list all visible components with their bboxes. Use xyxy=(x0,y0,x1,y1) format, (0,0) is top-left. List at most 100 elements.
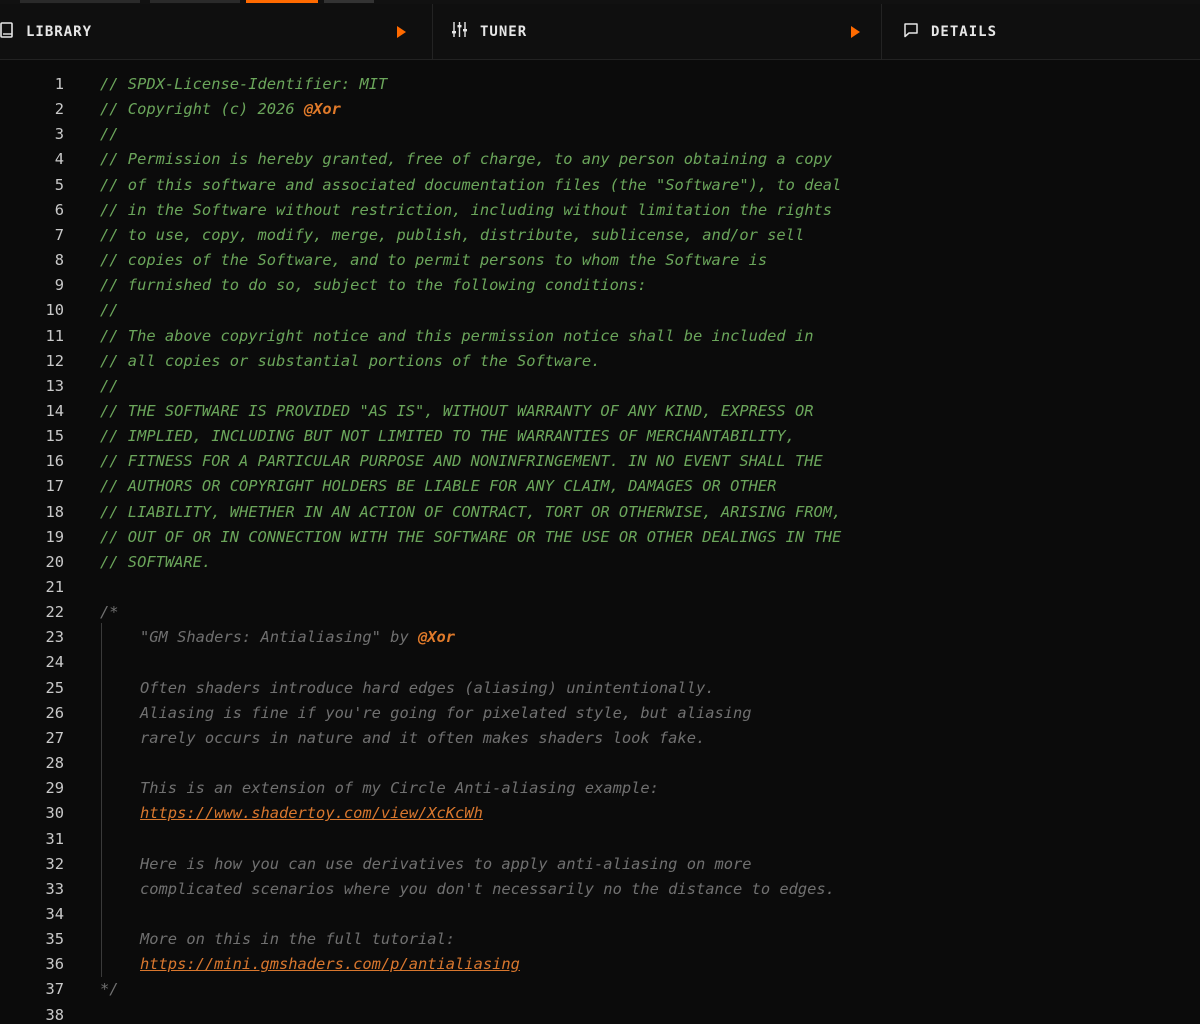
code-text: // xyxy=(100,374,119,399)
code-line[interactable]: 2 // Copyright (c) 2026 @Xor xyxy=(0,97,1200,122)
code-line[interactable]: 19 // OUT OF OR IN CONNECTION WITH THE SO… xyxy=(0,525,1200,550)
code-line[interactable]: 36 https://mini.gmshaders.com/p/antialias… xyxy=(0,952,1200,977)
tuner-collapse-arrow-icon[interactable] xyxy=(851,26,860,38)
code-line[interactable]: 16 // FITNESS FOR A PARTICULAR PURPOSE AN… xyxy=(0,449,1200,474)
code-line[interactable]: 11 // The above copyright notice and this… xyxy=(0,324,1200,349)
code-line[interactable]: 23 "GM Shaders: Antialiasing" by @Xor xyxy=(0,625,1200,650)
code-line[interactable]: 33 complicated scenarios where you don't … xyxy=(0,877,1200,902)
code-line[interactable]: 27 rarely occurs in nature and it often m… xyxy=(0,726,1200,751)
sliders-icon xyxy=(451,21,468,43)
code-line[interactable]: 21 xyxy=(0,575,1200,600)
line-number: 16 xyxy=(45,452,64,471)
code-token: */ xyxy=(100,980,119,999)
line-number: 23 xyxy=(45,628,64,647)
code-line[interactable]: 9 // furnished to do so, subject to the f… xyxy=(0,273,1200,298)
tuner-panel-tab[interactable]: TUNER xyxy=(434,4,882,60)
code-token: // Copyright (c) 2026 xyxy=(100,100,304,119)
code-line[interactable]: 32 Here is how you can use derivatives to… xyxy=(0,852,1200,877)
line-number: 2 xyxy=(54,100,64,119)
code-text: // Permission is hereby granted, free of… xyxy=(100,147,832,172)
code-line[interactable]: 14 // THE SOFTWARE IS PROVIDED "AS IS", W… xyxy=(0,399,1200,424)
code-line[interactable]: 18 // LIABILITY, WHETHER IN AN ACTION OF … xyxy=(0,500,1200,525)
code-text: // THE SOFTWARE IS PROVIDED "AS IS", WIT… xyxy=(100,399,813,424)
code-token: rarely occurs in nature and it often mak… xyxy=(140,728,706,747)
details-label: DETAILS xyxy=(931,24,998,40)
line-number: 3 xyxy=(54,125,64,144)
code-editor[interactable]: 1 // SPDX-License-Identifier: MIT 2 // Copy… xyxy=(0,61,1200,1024)
line-number: 21 xyxy=(45,578,64,596)
library-panel-tab[interactable]: LIBRARY xyxy=(0,4,433,60)
code-line[interactable]: 6 // in the Software without restriction,… xyxy=(0,198,1200,223)
code-line[interactable]: 4 // Permission is hereby granted, free o… xyxy=(0,147,1200,172)
code-line[interactable]: 31 xyxy=(0,827,1200,852)
line-number: 11 xyxy=(45,326,64,345)
author-handle: @Xor xyxy=(303,100,341,119)
code-token: // copies of the Software, and to permit… xyxy=(100,251,768,270)
code-text: // IMPLIED, INCLUDING BUT NOT LIMITED TO… xyxy=(100,424,795,449)
url-link[interactable]: https://www.shadertoy.com/view/XcKcWh xyxy=(140,804,483,822)
line-number: 15 xyxy=(45,427,64,446)
code-text: https://mini.gmshaders.com/p/antialiasin… xyxy=(140,952,520,977)
code-text: // The above copyright notice and this p… xyxy=(100,324,813,349)
line-number: 1 xyxy=(54,75,64,93)
panel-header-bar: LIBRARY TUNER DETAILS xyxy=(0,4,1200,60)
code-token: // SOFTWARE. xyxy=(100,552,212,571)
code-token: // xyxy=(100,376,119,395)
code-line[interactable]: 10 // xyxy=(0,298,1200,323)
comment-icon xyxy=(903,22,919,43)
code-text: // FITNESS FOR A PARTICULAR PURPOSE AND … xyxy=(100,449,823,474)
line-number: 30 xyxy=(45,804,64,823)
line-number: 13 xyxy=(45,376,64,395)
code-line[interactable]: 1 // SPDX-License-Identifier: MIT xyxy=(0,72,1200,97)
line-number: 31 xyxy=(45,829,64,848)
tab-indicator[interactable] xyxy=(20,0,140,3)
code-line[interactable]: 35 More on this in the full tutorial: xyxy=(0,927,1200,952)
line-number: 32 xyxy=(45,854,64,873)
library-collapse-arrow-icon[interactable] xyxy=(397,26,406,38)
code-token: // to use, copy, modify, merge, publish,… xyxy=(100,225,805,244)
tab-indicator[interactable] xyxy=(150,0,240,3)
code-line[interactable]: 30 https://www.shadertoy.com/view/XcKcWh xyxy=(0,801,1200,826)
code-line[interactable]: 15 // IMPLIED, INCLUDING BUT NOT LIMITED … xyxy=(0,424,1200,449)
line-number: 26 xyxy=(45,703,64,722)
code-line[interactable]: 25 Often shaders introduce hard edges (al… xyxy=(0,676,1200,701)
code-line[interactable]: 37 */ xyxy=(0,977,1200,1002)
code-text: // OUT OF OR IN CONNECTION WITH THE SOFT… xyxy=(100,525,841,550)
tab-indicator[interactable] xyxy=(324,0,374,3)
code-text: // furnished to do so, subject to the fo… xyxy=(100,273,647,298)
code-line[interactable]: 26 Aliasing is fine if you're going for p… xyxy=(0,701,1200,726)
code-text: This is an extension of my Circle Anti-a… xyxy=(140,776,659,801)
code-line[interactable]: 38 xyxy=(0,1003,1200,1024)
code-line[interactable]: 20 // SOFTWARE. xyxy=(0,550,1200,575)
code-token: Here is how you can use derivatives to a… xyxy=(140,854,752,873)
code-line[interactable]: 24 xyxy=(0,650,1200,675)
code-text: // AUTHORS OR COPYRIGHT HOLDERS BE LIABL… xyxy=(100,474,776,499)
line-number: 5 xyxy=(54,175,64,194)
line-number: 8 xyxy=(54,251,64,270)
code-token: This is an extension of my Circle Anti-a… xyxy=(140,779,659,798)
code-line[interactable]: 29 This is an extension of my Circle Anti… xyxy=(0,776,1200,801)
code-line[interactable]: 7 // to use, copy, modify, merge, publish… xyxy=(0,223,1200,248)
code-line[interactable]: 12 // all copies or substantial portions … xyxy=(0,349,1200,374)
line-number: 12 xyxy=(45,351,64,370)
code-token: Aliasing is fine if you're going for pix… xyxy=(140,703,752,722)
code-line[interactable]: 34 xyxy=(0,902,1200,927)
code-line[interactable]: 5 // of this software and associated docu… xyxy=(0,173,1200,198)
code-token: // OUT OF OR IN CONNECTION WITH THE SOFT… xyxy=(100,527,842,546)
code-line[interactable]: 13 // xyxy=(0,374,1200,399)
code-line[interactable]: 28 xyxy=(0,751,1200,776)
line-number: 6 xyxy=(54,200,64,219)
code-token: // THE SOFTWARE IS PROVIDED "AS IS", WIT… xyxy=(100,401,814,420)
url-link[interactable]: https://mini.gmshaders.com/p/antialiasin… xyxy=(140,955,520,973)
code-text: // copies of the Software, and to permit… xyxy=(100,248,767,273)
code-line[interactable]: 8 // copies of the Software, and to permi… xyxy=(0,248,1200,273)
code-token: // Permission is hereby granted, free of… xyxy=(100,150,833,169)
line-number: 29 xyxy=(45,779,64,798)
code-line[interactable]: 17 // AUTHORS OR COPYRIGHT HOLDERS BE LIA… xyxy=(0,474,1200,499)
code-text: More on this in the full tutorial: xyxy=(140,927,455,952)
code-line[interactable]: 3 // xyxy=(0,122,1200,147)
details-panel-tab[interactable]: DETAILS xyxy=(883,4,1200,60)
tab-indicator-active[interactable] xyxy=(246,0,318,3)
code-token: // FITNESS FOR A PARTICULAR PURPOSE AND … xyxy=(100,452,823,471)
code-line[interactable]: 22 /* xyxy=(0,600,1200,625)
